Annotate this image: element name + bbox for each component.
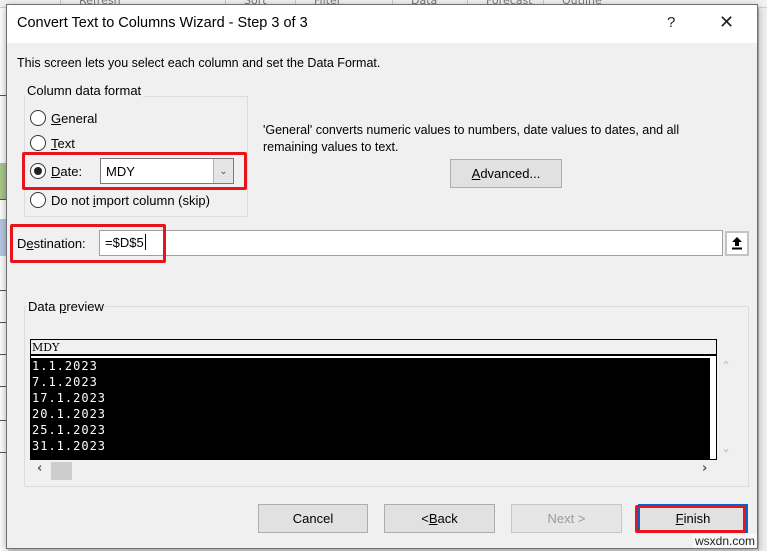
intro-text: This screen lets you select each column … [17, 56, 381, 70]
destination-input[interactable]: =$D$5 [99, 230, 723, 256]
radio-general-circle[interactable] [30, 110, 46, 126]
upload-arrow-icon [732, 237, 742, 250]
finish-button[interactable]: Finish [638, 504, 748, 533]
scroll-right-icon[interactable]: › [702, 461, 707, 476]
preview-row: 25.1.2023 [32, 423, 107, 437]
radio-text-label: Text [51, 135, 75, 151]
title-bar: Convert Text to Columns Wizard - Step 3 … [7, 5, 757, 43]
close-button[interactable]: ✕ [719, 12, 734, 33]
radio-general-label: General [51, 110, 98, 126]
back-button[interactable]: < Back [384, 504, 495, 533]
radio-skip-column[interactable]: Do not import column (skip) [30, 190, 210, 210]
next-button[interactable]: Next > [511, 504, 622, 533]
preview-row: 20.1.2023 [32, 407, 107, 421]
radio-text[interactable]: Text [30, 133, 75, 153]
chevron-down-icon[interactable]: ⌄ [213, 159, 233, 183]
preview-column-header[interactable]: MDY [31, 340, 716, 356]
cancel-button[interactable]: Cancel [258, 504, 368, 533]
preview-row: 7.1.2023 [32, 375, 98, 389]
scroll-up-icon[interactable]: ⌃ [721, 359, 731, 373]
radio-text-circle[interactable] [30, 135, 46, 151]
date-format-value: MDY [106, 163, 135, 179]
format-description: 'General' converts numeric values to num… [263, 123, 680, 154]
data-preview-grid[interactable]: MDY 1.1.2023 7.1.2023 17.1.2023 20.1.202… [30, 339, 717, 460]
scroll-down-icon[interactable]: ⌄ [721, 441, 731, 455]
date-format-dropdown[interactable]: MDY ⌄ [100, 158, 234, 184]
preview-row: 17.1.2023 [32, 391, 107, 405]
radio-skip-circle[interactable] [30, 192, 46, 208]
watermark: wsxdn.com [693, 534, 758, 548]
preview-column-selected[interactable]: 1.1.2023 7.1.2023 17.1.2023 20.1.2023 25… [31, 358, 710, 460]
data-preview-legend: Data preview [27, 299, 105, 314]
dialog-title: Convert Text to Columns Wizard - Step 3 … [17, 15, 308, 31]
destination-label: Destination: [17, 236, 86, 251]
radio-date[interactable]: Date: [30, 161, 82, 181]
preview-row: 1.1.2023 [32, 359, 98, 373]
radio-date-label: Date: [51, 163, 83, 179]
radio-skip-label: Do not import column (skip) [51, 192, 210, 208]
advanced-button[interactable]: Advanced... [450, 159, 562, 188]
scroll-left-icon[interactable]: ‹ [37, 461, 42, 476]
collapse-dialog-button[interactable] [725, 231, 749, 256]
window-edge-background [758, 8, 767, 551]
column-data-format-legend: Column data format [25, 83, 144, 98]
preview-row: 31.1.2023 [32, 439, 107, 453]
horizontal-scrollbar-thumb[interactable] [51, 462, 72, 480]
help-button[interactable]: ? [667, 14, 675, 31]
text-to-columns-dialog: Convert Text to Columns Wizard - Step 3 … [6, 4, 758, 549]
radio-date-circle-selected[interactable] [30, 163, 46, 179]
radio-general[interactable]: General [30, 108, 97, 128]
